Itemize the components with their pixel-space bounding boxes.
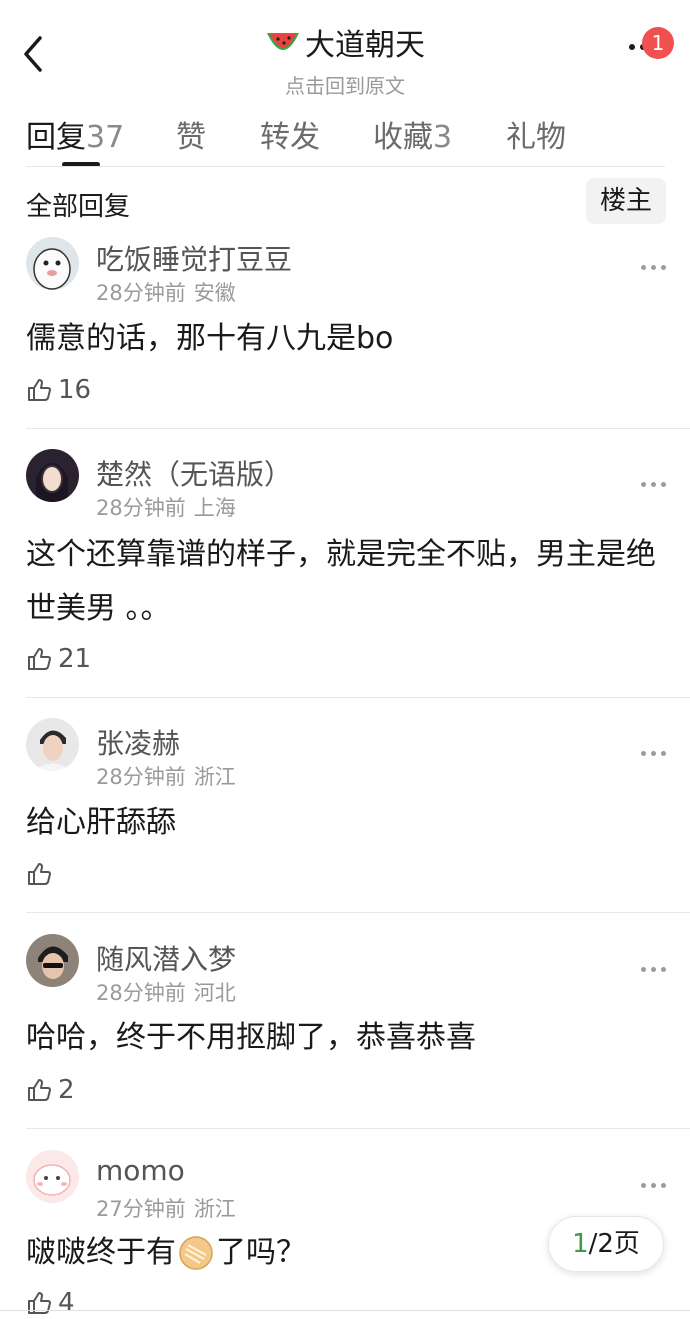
dot-icon [651,1183,656,1188]
like-button[interactable] [26,861,58,887]
comment-more-button[interactable] [641,482,666,487]
comment-time: 28分钟前 [96,281,186,305]
post-title: 大道朝天 [305,28,425,63]
comment-meta: 28分钟前 上海 [96,492,236,522]
like-count: 2 [58,1075,75,1105]
thumbs-up-icon [28,648,51,670]
tab-gifts[interactable]: 礼物 [506,112,566,156]
thumbs-up-icon [28,1079,51,1101]
dot-icon [661,482,666,487]
username[interactable]: momo [96,1154,185,1187]
like-count: 21 [58,644,92,674]
filter-row: 全部回复 楼主 [0,178,690,228]
comment-text: 哈哈，终于不用抠脚了，恭喜恭喜 [26,1020,476,1055]
comment-meta: 28分钟前 浙江 [96,761,236,791]
like-button[interactable]: 21 [26,644,91,674]
comment-more-button[interactable] [641,1183,666,1188]
username[interactable]: 吃饭睡觉打豆豆 [96,238,292,278]
divider [26,428,690,429]
comment-location: 浙江 [193,765,236,789]
comment-meta: 28分钟前 安徽 [96,277,236,307]
divider [26,697,690,698]
dot-icon [641,265,646,270]
dot-icon [651,967,656,972]
dot-icon [651,751,656,756]
like-button[interactable]: 2 [26,1075,75,1105]
comment-more-button[interactable] [641,751,666,756]
back-to-post-link[interactable]: 点击回到原文 [0,70,690,99]
avatar[interactable] [26,237,79,290]
notification-badge: 1 [642,27,674,59]
comment-time: 27分钟前 [96,1197,186,1221]
like-button[interactable]: 16 [26,375,91,405]
comment-text: 给心肝舔舔 [26,805,176,840]
owner-only-button[interactable]: 楼主 [586,178,666,224]
username[interactable]: 随风潜入梦 [96,938,236,978]
dot-icon [661,265,666,270]
comment-text: 这个还算靠谱的样子，就是完全不贴，男主是绝世美男 。。 [26,537,656,626]
tab-reposts[interactable]: 转发 [260,112,320,156]
avatar[interactable] [26,1150,79,1203]
divider [0,1310,690,1311]
page-indicator[interactable]: 1/2页 [548,1216,664,1272]
avatar[interactable] [26,934,79,987]
tab-bar: 回复37 赞 转发 收藏3 礼物 [0,100,690,168]
comment-meta: 28分钟前 河北 [96,977,236,1007]
current-page: 1 [572,1229,589,1259]
comment-item: 楚然（无语版） 28分钟前 上海 这个还算靠谱的样子，就是完全不贴，男主是绝世美男… [0,447,690,698]
thumbs-up-icon [28,379,51,401]
comment-time: 28分钟前 [96,496,186,520]
dot-icon [641,967,646,972]
comment-location: 浙江 [193,1197,236,1221]
dot-icon [641,482,646,487]
dot-icon [651,482,656,487]
dot-icon [641,751,646,756]
avatar[interactable] [26,718,79,771]
comment-location: 安徽 [193,281,236,305]
comment-item: 张凌赫 28分钟前 浙江 给心肝舔舔 [0,716,690,913]
dot-icon [641,1183,646,1188]
avatar[interactable] [26,449,79,502]
comment-more-button[interactable] [641,967,666,972]
dot-icon [629,44,635,50]
comment-location: 上海 [193,496,236,520]
like-count: 4 [58,1288,75,1318]
dot-icon [661,751,666,756]
title-block[interactable]: 大道朝天 点击回到原文 [0,20,690,99]
all-replies-label: 全部回复 [26,192,131,222]
comment-meta: 27分钟前 浙江 [96,1193,236,1223]
username[interactable]: 张凌赫 [96,722,180,762]
comment-time: 28分钟前 [96,981,186,1005]
tab-replies[interactable]: 回复37 [26,112,124,156]
username[interactable]: 楚然（无语版） [96,453,292,493]
comment-item: 吃饭睡觉打豆豆 28分钟前 安徽 儒意的话，那十有八九是bo 16 [0,232,690,429]
dot-icon [661,1183,666,1188]
tab-likes[interactable]: 赞 [176,112,206,156]
comment-text: 儒意的话，那十有八九是bo [26,321,394,356]
thumbs-up-icon [28,863,51,885]
watermelon-icon [267,33,299,50]
total-pages: /2页 [588,1229,640,1259]
dot-icon [661,967,666,972]
divider [26,912,690,913]
dot-icon [651,265,656,270]
tab-favorites[interactable]: 收藏3 [373,112,452,156]
like-count: 16 [58,375,92,405]
divider [26,1128,690,1129]
top-bar: 大道朝天 点击回到原文 1 [0,0,690,100]
like-button[interactable]: 4 [26,1288,75,1318]
comment-more-button[interactable] [641,265,666,270]
pancake-emoji-icon [179,1236,213,1270]
comment-time: 28分钟前 [96,765,186,789]
comment-location: 河北 [193,981,236,1005]
thumbs-up-icon [28,1292,51,1314]
divider [26,166,665,167]
comment-item: 随风潜入梦 28分钟前 河北 哈哈，终于不用抠脚了，恭喜恭喜 2 [0,932,690,1129]
